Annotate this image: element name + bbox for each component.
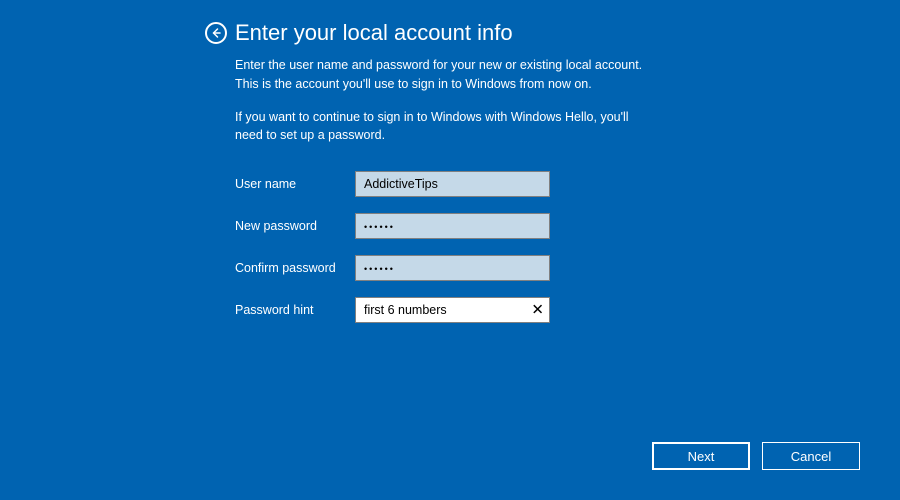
description-paragraph-1: Enter the user name and password for you… (235, 56, 655, 94)
username-label: User name (235, 177, 355, 191)
description-paragraph-2: If you want to continue to sign in to Wi… (235, 108, 655, 146)
username-input[interactable] (355, 171, 550, 197)
next-button[interactable]: Next (652, 442, 750, 470)
cancel-button[interactable]: Cancel (762, 442, 860, 470)
password-hint-label: Password hint (235, 303, 355, 317)
confirm-password-label: Confirm password (235, 261, 355, 275)
clear-icon[interactable]: ✕ (531, 303, 544, 318)
new-password-label: New password (235, 219, 355, 233)
back-icon[interactable] (205, 22, 227, 44)
account-form: User name New password Confirm password … (235, 171, 680, 323)
confirm-password-input[interactable] (355, 255, 550, 281)
page-title: Enter your local account info (235, 20, 513, 46)
new-password-input[interactable] (355, 213, 550, 239)
password-hint-input[interactable] (355, 297, 550, 323)
